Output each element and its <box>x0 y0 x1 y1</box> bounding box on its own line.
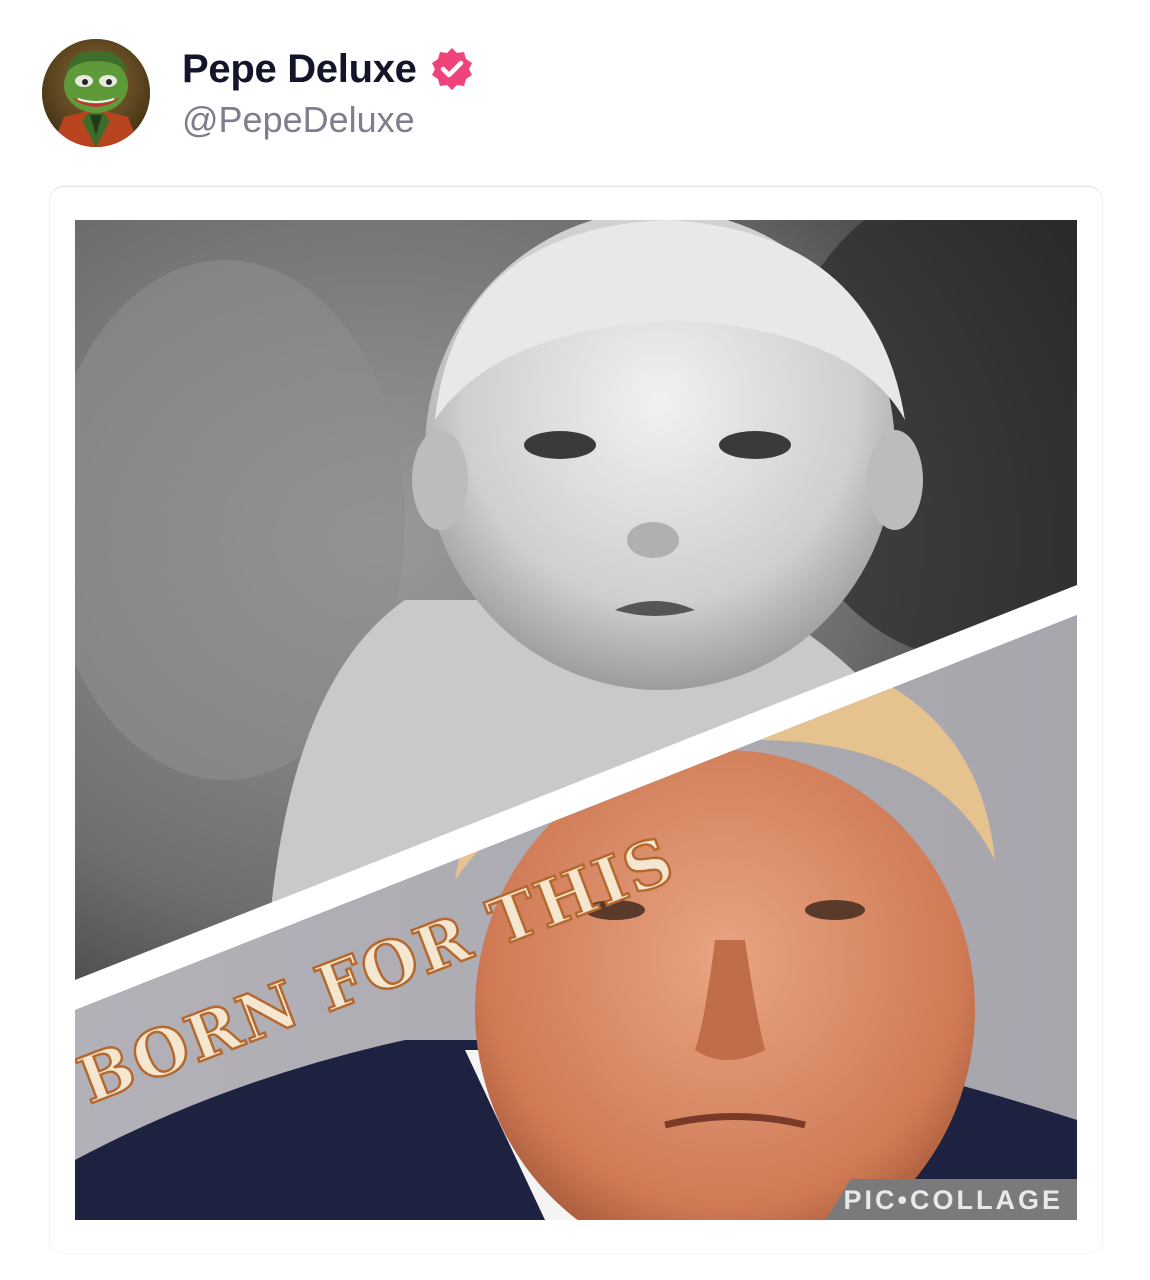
pic-collage-watermark: PIC•COLLAGE <box>825 1179 1077 1220</box>
user-identity: Pepe Deluxe @PepeDeluxe <box>182 41 475 141</box>
display-name[interactable]: Pepe Deluxe <box>182 47 417 92</box>
post-media-card: BORN FOR THIS PIC•COLLAGE <box>50 187 1102 1253</box>
post-header: Pepe Deluxe @PepeDeluxe <box>42 38 475 148</box>
post-page: Pepe Deluxe @PepeDeluxe BORN FOR THIS PI… <box>0 0 1150 1280</box>
collage-photo <box>75 220 1077 1220</box>
pepe-avatar-image <box>42 39 150 147</box>
name-row: Pepe Deluxe <box>182 41 475 97</box>
avatar[interactable] <box>42 39 150 147</box>
verified-badge-icon <box>429 46 475 92</box>
user-handle[interactable]: @PepeDeluxe <box>182 99 475 141</box>
collage-image[interactable]: BORN FOR THIS PIC•COLLAGE <box>75 220 1077 1220</box>
